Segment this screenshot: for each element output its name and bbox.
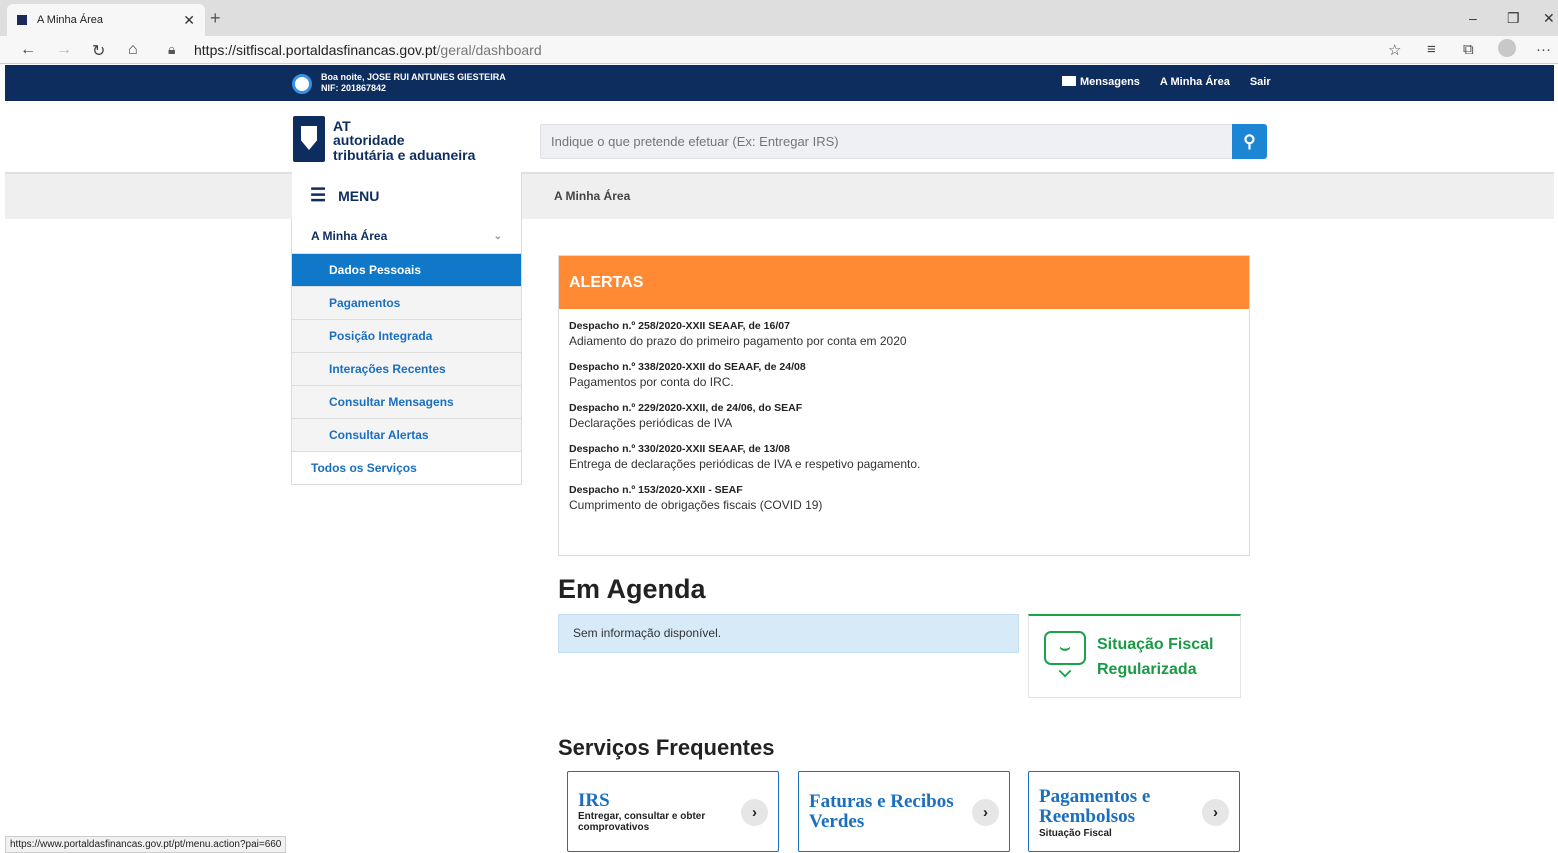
sidebar-item-pagamentos[interactable]: Pagamentos (292, 286, 521, 319)
alert-desc: Declarações periódicas de IVA (569, 416, 733, 430)
breadcrumb: A Minha Área (554, 189, 631, 203)
sidebar: A Minha Área ⌄ Dados Pessoais Pagamentos… (291, 219, 522, 485)
sidebar-item-interacoes-recentes[interactable]: Interações Recentes (292, 352, 521, 385)
alert-title: Despacho n.º 153/2020-XXII - SEAF (569, 484, 743, 496)
sidebar-item-todos-servicos[interactable]: Todos os Serviços (292, 451, 521, 484)
alert-title: Despacho n.º 330/2020-XXII SEAAF, de 13/… (569, 443, 790, 455)
lock-icon: 🔒︎ (168, 41, 176, 57)
alerts-panel: ALERTAS Despacho n.º 258/2020-XXII SEAAF… (558, 255, 1250, 556)
alert-desc: Adiamento do prazo do primeiro pagamento… (569, 334, 907, 348)
alert-title: Despacho n.º 258/2020-XXII SEAAF, de 16/… (569, 320, 790, 332)
messages-link[interactable]: Mensagens (1062, 76, 1140, 88)
alert-item[interactable]: Despacho n.º 338/2020-XXII do SEAAF, de … (569, 361, 1239, 391)
alert-title: Despacho n.º 338/2020-XXII do SEAAF, de … (569, 361, 806, 373)
service-card-irs[interactable]: IRS Entregar, consultar e obter comprova… (567, 771, 779, 852)
fiscal-status-line1: Situação Fiscal (1097, 636, 1214, 653)
search-button[interactable]: ⚲ (1232, 124, 1267, 159)
close-tab-icon[interactable]: ✕ (183, 12, 195, 29)
alert-item[interactable]: Despacho n.º 229/2020-XXII, de 24/06, do… (569, 402, 1239, 432)
alerts-title: ALERTAS (559, 256, 1249, 309)
chevron-right-icon[interactable]: › (1202, 799, 1229, 826)
fiscal-status-line2: Regularizada (1097, 661, 1197, 678)
url-path: /geral/dashboard (436, 42, 542, 58)
envelope-icon (1062, 76, 1076, 86)
sidebar-section-label: A Minha Área (311, 229, 388, 243)
alert-desc: Pagamentos por conta do IRC. (569, 375, 734, 389)
top-links: Mensagens A Minha Área Sair (1062, 76, 1271, 88)
home-icon[interactable]: ⌂ (128, 41, 138, 59)
minimize-icon[interactable]: – (1469, 10, 1477, 26)
address-bar: ← → ↻ ⌂ 🔒︎ https://sitfiscal.portaldasfi… (0, 36, 1558, 64)
user-greeting: Boa noite, JOSE RUI ANTUNES GIESTEIRA NI… (321, 72, 506, 94)
alert-item[interactable]: Despacho n.º 330/2020-XXII SEAAF, de 13/… (569, 443, 1239, 473)
refresh-icon[interactable]: ↻ (92, 41, 105, 61)
service-card-faturas[interactable]: Faturas e Recibos Verdes › (798, 771, 1010, 852)
services-title: Serviços Frequentes (558, 735, 775, 760)
service-card-subtitle: Situação Fiscal (1039, 828, 1112, 839)
agenda-title: Em Agenda (558, 574, 706, 604)
menu-label: MENU (338, 187, 380, 204)
fiscal-status-text: Situação Fiscal Regularizada (1097, 632, 1214, 682)
alert-item[interactable]: Despacho n.º 258/2020-XXII SEAAF, de 16/… (569, 320, 1239, 350)
service-card-title: Pagamentos e Reembolsos (1039, 786, 1151, 827)
search-icon: ⚲ (1243, 131, 1256, 151)
browser-tab-bar: A Minha Área ✕ + – ❐ ✕ (0, 0, 1558, 36)
sidebar-item-dados-pessoais[interactable]: Dados Pessoais (292, 253, 521, 286)
smile-chat-icon: ⌣ (1044, 631, 1086, 665)
alert-desc: Entrega de declarações periódicas de IVA… (569, 457, 921, 471)
logo-line3: tributária e aduaneira (333, 147, 476, 163)
fiscal-status-card[interactable]: ⌣ Situação Fiscal Regularizada (1028, 614, 1241, 698)
alert-item[interactable]: Despacho n.º 153/2020-XXII - SEAF Cumpri… (569, 484, 1239, 514)
alert-title: Despacho n.º 229/2020-XXII, de 24/06, do… (569, 402, 803, 414)
sidebar-section-my-area[interactable]: A Minha Área ⌄ (292, 219, 521, 253)
service-card-title: Faturas e Recibos Verdes (809, 791, 954, 832)
browser-tab[interactable]: A Minha Área ✕ (7, 4, 205, 36)
chevron-right-icon[interactable]: › (972, 799, 999, 826)
logout-link[interactable]: Sair (1250, 76, 1271, 88)
at-logo[interactable]: AT autoridade tributária e aduaneira (293, 114, 493, 166)
menu-button[interactable]: ☰ MENU (292, 172, 522, 219)
collections-icon[interactable]: ⧉ (1463, 41, 1474, 58)
messages-label: Mensagens (1080, 76, 1140, 88)
logo-line2: autoridade (333, 132, 405, 148)
restore-icon[interactable]: ❐ (1507, 10, 1520, 27)
breadcrumb-band (5, 172, 1554, 219)
user-avatar-icon (292, 74, 312, 94)
more-icon[interactable]: ··· (1536, 41, 1551, 58)
sidebar-item-consultar-alertas[interactable]: Consultar Alertas (292, 418, 521, 451)
forward-icon[interactable]: → (56, 41, 72, 59)
greeting-text: Boa noite, JOSE RUI ANTUNES GIESTEIRA (321, 72, 506, 82)
close-window-icon[interactable]: ✕ (1543, 10, 1555, 27)
chevron-right-icon[interactable]: › (741, 799, 768, 826)
site-top-bar: Boa noite, JOSE RUI ANTUNES GIESTEIRA NI… (5, 65, 1554, 101)
search-input[interactable] (540, 124, 1233, 159)
agenda-no-info: Sem informação disponível. (558, 614, 1019, 653)
at-emblem-icon (293, 116, 325, 162)
tab-title: A Minha Área (37, 14, 104, 26)
chevron-down-icon: ⌄ (493, 230, 502, 242)
favorites-list-icon[interactable]: ≡ (1427, 41, 1436, 58)
profile-avatar[interactable] (1498, 39, 1516, 57)
service-card-title: IRS (578, 790, 610, 811)
alert-desc: Cumprimento de obrigações fiscais (COVID… (569, 498, 823, 512)
url-host: https://sitfiscal.portaldasfinancas.gov.… (194, 42, 437, 58)
nif-text: NIF: 201867842 (321, 83, 387, 93)
service-card-subtitle: Entregar, consultar e obter comprovativo… (578, 811, 706, 833)
url-field[interactable]: https://sitfiscal.portaldasfinancas.gov.… (194, 42, 542, 58)
sidebar-item-posicao-integrada[interactable]: Posição Integrada (292, 319, 521, 352)
browser-status-bar: https://www.portaldasfinancas.gov.pt/pt/… (5, 836, 287, 853)
service-card-pagamentos[interactable]: Pagamentos e Reembolsos Situação Fiscal … (1028, 771, 1240, 852)
sidebar-item-consultar-mensagens[interactable]: Consultar Mensagens (292, 385, 521, 418)
back-icon[interactable]: ← (20, 41, 36, 59)
my-area-link[interactable]: A Minha Área (1160, 76, 1230, 88)
new-tab-button[interactable]: + (210, 8, 221, 29)
favicon-icon (17, 15, 27, 25)
hamburger-icon: ☰ (310, 185, 327, 205)
favorite-star-icon[interactable]: ☆ (1388, 41, 1401, 59)
